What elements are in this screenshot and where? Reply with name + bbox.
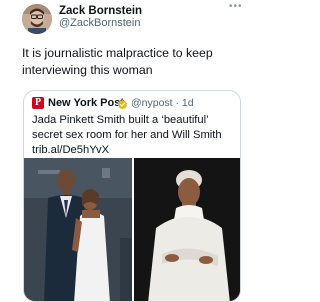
nypost-logo-letter: P [34,97,42,108]
quoted-text: Jada Pinkett Smith built a ‘beautiful’ s… [32,114,222,156]
quoted-handle-time: @nypost · 1d [131,97,194,109]
avatar[interactable] [22,4,52,34]
nypost-logo-icon: P [32,97,44,109]
more-icon[interactable]: ••• [229,2,243,12]
author-handle[interactable]: @ZackBornstein [59,16,140,30]
media-grid [24,158,240,301]
quoted-tweet[interactable]: P New York Post @nypost · 1d Jada Pinket… [23,90,241,302]
tweet-text: It is journalistic malpractice to keep i… [22,46,213,77]
photo-couple-red-carpet[interactable] [24,158,132,301]
verified-badge-icon [117,97,128,110]
tweet: Zack Bornstein @ZackBornstein ••• It is … [0,0,263,302]
photo-woman-portrait[interactable] [134,158,240,301]
quoted-author-name[interactable]: New York Post [48,96,124,110]
